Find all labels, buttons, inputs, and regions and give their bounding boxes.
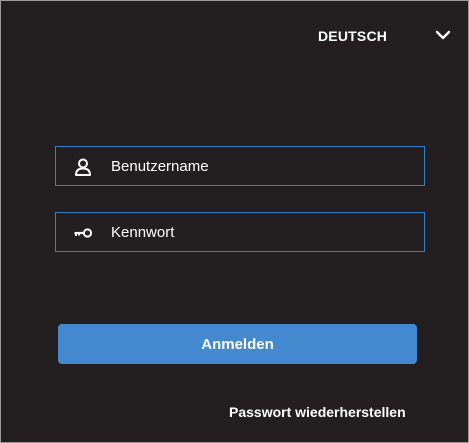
user-icon xyxy=(75,158,91,176)
reset-password-link[interactable]: Passwort wiederherstellen xyxy=(229,404,406,420)
password-field[interactable] xyxy=(55,212,425,252)
chevron-down-icon xyxy=(435,30,451,40)
password-input[interactable] xyxy=(111,213,411,251)
language-label: DEUTSCH xyxy=(318,28,388,44)
language-dropdown[interactable]: DEUTSCH xyxy=(301,21,461,49)
username-field[interactable] xyxy=(55,146,425,186)
key-icon xyxy=(74,228,93,238)
username-input[interactable] xyxy=(111,147,411,185)
login-panel: DEUTSCH Anmelden Passwort wiederherstell… xyxy=(0,0,469,443)
login-button[interactable]: Anmelden xyxy=(58,324,417,364)
